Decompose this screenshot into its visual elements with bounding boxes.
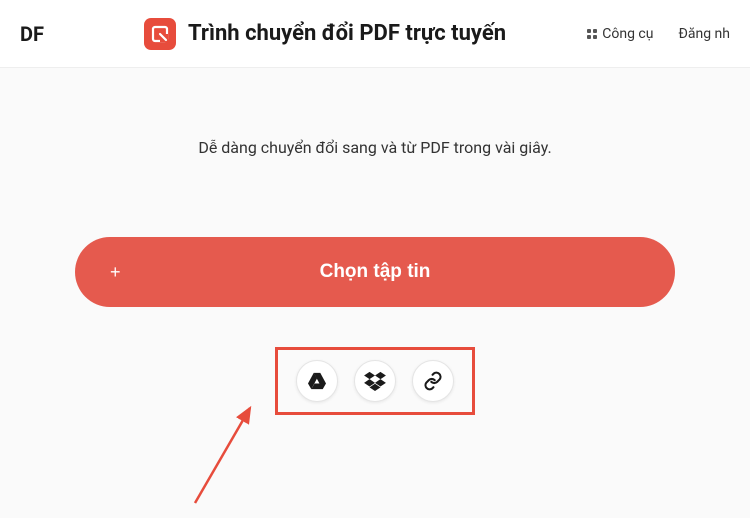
- choose-file-label: Chọn tập tin: [320, 261, 431, 283]
- tools-menu[interactable]: Công cụ: [587, 26, 653, 42]
- main-content: Dễ dàng chuyển đổi sang và từ PDF trong …: [0, 68, 750, 415]
- page-title: Trình chuyển đổi PDF trực tuyến: [188, 21, 506, 46]
- google-drive-icon: [307, 372, 327, 390]
- annotation-arrow-icon: [180, 398, 270, 518]
- header: DF Trình chuyển đổi PDF trực tuyến Công …: [0, 0, 750, 68]
- app-logo-icon: [144, 18, 176, 50]
- choose-file-button[interactable]: + Chọn tập tin: [75, 237, 675, 307]
- grid-icon: [587, 29, 597, 39]
- tools-label: Công cụ: [602, 26, 653, 42]
- brand-fragment: DF: [20, 22, 44, 46]
- plus-icon: +: [110, 262, 121, 283]
- header-actions: Công cụ Đăng nh: [587, 26, 730, 42]
- subtitle: Dễ dàng chuyển đổi sang và từ PDF trong …: [60, 138, 690, 157]
- google-drive-button[interactable]: [296, 360, 338, 402]
- link-icon: [423, 371, 443, 391]
- dropbox-button[interactable]: [354, 360, 396, 402]
- link-button[interactable]: [412, 360, 454, 402]
- dropbox-icon: [364, 371, 386, 391]
- alternate-sources: [275, 347, 475, 415]
- header-title-group: Trình chuyển đổi PDF trực tuyến: [144, 18, 506, 50]
- login-link[interactable]: Đăng nh: [678, 26, 730, 42]
